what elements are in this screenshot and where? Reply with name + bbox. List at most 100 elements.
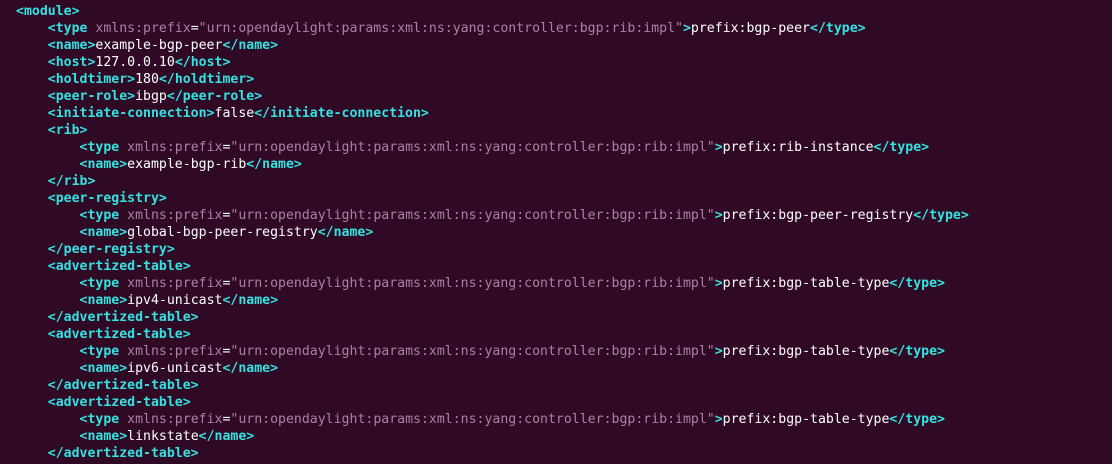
xml-tag-open: <name> <box>79 225 128 240</box>
xml-tag-close: </name> <box>222 293 279 308</box>
xml-attr-name: xmlns:prefix <box>119 344 223 359</box>
xml-attr-eq: = <box>190 21 199 36</box>
xml-tag-open: <type <box>79 344 120 359</box>
code-line: <name>example-bgp-peer</name> <box>16 37 1106 54</box>
code-line: </advertized-table> <box>16 445 1106 462</box>
code-line: <holdtimer>180</holdtimer> <box>16 71 1106 88</box>
code-line: <name>ipv6-unicast</name> <box>16 360 1106 377</box>
xml-text: false <box>214 106 255 121</box>
xml-attr-value: "urn:opendaylight:params:xml:ns:yang:con… <box>230 140 715 155</box>
xml-tag-open: <initiate-connection> <box>47 106 215 121</box>
xml-tag-open-end: > <box>714 412 723 427</box>
code-line: <name>ipv4-unicast</name> <box>16 292 1106 309</box>
code-line: </peer-registry> <box>16 241 1106 258</box>
xml-tag-close: </name> <box>222 38 279 53</box>
xml-tag-open: </advertized-table> <box>47 446 199 461</box>
xml-text: prefix:rib-instance <box>722 140 874 155</box>
xml-text: ipv6-unicast <box>127 361 223 376</box>
xml-tag-close: </name> <box>317 225 374 240</box>
xml-text: global-bgp-peer-registry <box>127 225 318 240</box>
xml-tag-open-end: > <box>714 276 723 291</box>
xml-tag-close: </type> <box>810 21 866 36</box>
xml-tag-open: <peer-role> <box>47 89 136 104</box>
xml-tag-close: </type> <box>889 412 945 427</box>
code-line: <peer-role>ibgp</peer-role> <box>16 88 1106 105</box>
xml-attr-name: xmlns:prefix <box>119 276 223 291</box>
xml-tag-open-end: > <box>714 344 723 359</box>
xml-tag-open: <peer-registry> <box>47 191 167 206</box>
xml-tag-open: <type <box>79 140 120 155</box>
code-line: <type xmlns:prefix="urn:opendaylight:par… <box>16 207 1106 224</box>
code-line: <type xmlns:prefix="urn:opendaylight:par… <box>16 275 1106 292</box>
xml-tag-close: </type> <box>913 208 969 223</box>
xml-tag-open: <name> <box>79 361 128 376</box>
code-line: <peer-registry> <box>16 190 1106 207</box>
code-line: <advertized-table> <box>16 394 1106 411</box>
xml-tag-open: <advertized-table> <box>47 259 191 274</box>
xml-tag-close: </holdtimer> <box>158 72 255 87</box>
code-line: <name>global-bgp-peer-registry</name> <box>16 224 1106 241</box>
xml-text: prefix:bgp-peer-registry <box>722 208 914 223</box>
xml-text: example-bgp-peer <box>95 38 223 53</box>
xml-tag-open: <module> <box>16 4 80 19</box>
xml-tag-open: <rib> <box>47 123 88 138</box>
xml-attr-name: xmlns:prefix <box>87 21 191 36</box>
xml-tag-open: <holdtimer> <box>47 72 136 87</box>
xml-tag-open: <type <box>79 276 120 291</box>
xml-tag-open: <name> <box>47 38 96 53</box>
xml-tag-open: <name> <box>79 157 128 172</box>
xml-attr-name: xmlns:prefix <box>119 208 223 223</box>
xml-tag-open-end: > <box>714 140 723 155</box>
xml-text: prefix:bgp-table-type <box>722 412 890 427</box>
xml-tag-close: </type> <box>889 344 945 359</box>
xml-tag-open: </advertized-table> <box>47 310 199 325</box>
xml-text: 180 <box>135 72 159 87</box>
code-line: </advertized-table> <box>16 309 1106 326</box>
code-line: <advertized-table> <box>16 258 1106 275</box>
xml-attr-value: "urn:opendaylight:params:xml:ns:yang:con… <box>230 276 715 291</box>
xml-tag-close: </name> <box>246 157 302 172</box>
xml-tag-close: </name> <box>222 361 279 376</box>
xml-tag-open: <advertized-table> <box>47 327 191 342</box>
xml-attr-value: "urn:opendaylight:params:xml:ns:yang:con… <box>230 208 715 223</box>
xml-tag-open: <name> <box>79 429 128 444</box>
xml-text: linkstate <box>127 429 199 444</box>
xml-attr-value: "urn:opendaylight:params:xml:ns:yang:con… <box>198 21 683 36</box>
code-line: </rib> <box>16 173 1106 190</box>
xml-tag-open: <type <box>47 21 88 36</box>
code-line: <module> <box>16 3 1106 20</box>
xml-attr-value: "urn:opendaylight:params:xml:ns:yang:con… <box>230 412 715 427</box>
xml-text: prefix:bgp-table-type <box>722 276 890 291</box>
code-line: <type xmlns:prefix="urn:opendaylight:par… <box>16 20 1106 37</box>
xml-tag-open: <name> <box>79 293 128 308</box>
xml-tag-close: </peer-role> <box>166 89 263 104</box>
xml-tag-close: </host> <box>174 55 231 70</box>
xml-tag-open: </rib> <box>47 174 96 189</box>
xml-text: example-bgp-rib <box>127 157 247 172</box>
xml-tag-close: </type> <box>873 140 930 155</box>
xml-tag-open: <host> <box>47 55 96 70</box>
xml-text: prefix:bgp-peer <box>690 21 810 36</box>
xml-attr-value: "urn:opendaylight:params:xml:ns:yang:con… <box>230 344 715 359</box>
xml-text: ipv4-unicast <box>127 293 223 308</box>
code-line: <type xmlns:prefix="urn:opendaylight:par… <box>16 343 1106 360</box>
xml-tag-open: </peer-registry> <box>47 242 175 257</box>
xml-text: prefix:bgp-table-type <box>722 344 890 359</box>
xml-tag-close: </initiate-connection> <box>254 106 429 121</box>
xml-tag-open: <type <box>79 412 120 427</box>
code-line: <name>linkstate</name> <box>16 428 1106 445</box>
xml-tag-open-end: > <box>714 208 723 223</box>
xml-text: ibgp <box>135 89 167 104</box>
code-line: <rib> <box>16 122 1106 139</box>
xml-tag-close: </type> <box>889 276 945 291</box>
xml-tag-close: </name> <box>198 429 255 444</box>
xml-attr-name: xmlns:prefix <box>119 140 223 155</box>
code-line: <advertized-table> <box>16 326 1106 343</box>
code-line: <type xmlns:prefix="urn:opendaylight:par… <box>16 139 1106 156</box>
xml-attr-name: xmlns:prefix <box>119 412 223 427</box>
xml-tag-open: <advertized-table> <box>47 395 191 410</box>
terminal-window[interactable]: <module> <type xmlns:prefix="urn:openday… <box>16 3 1106 463</box>
code-line: <type xmlns:prefix="urn:opendaylight:par… <box>16 411 1106 428</box>
code-line: </advertized-table> <box>16 377 1106 394</box>
code-line: <initiate-connection>false</initiate-con… <box>16 105 1106 122</box>
